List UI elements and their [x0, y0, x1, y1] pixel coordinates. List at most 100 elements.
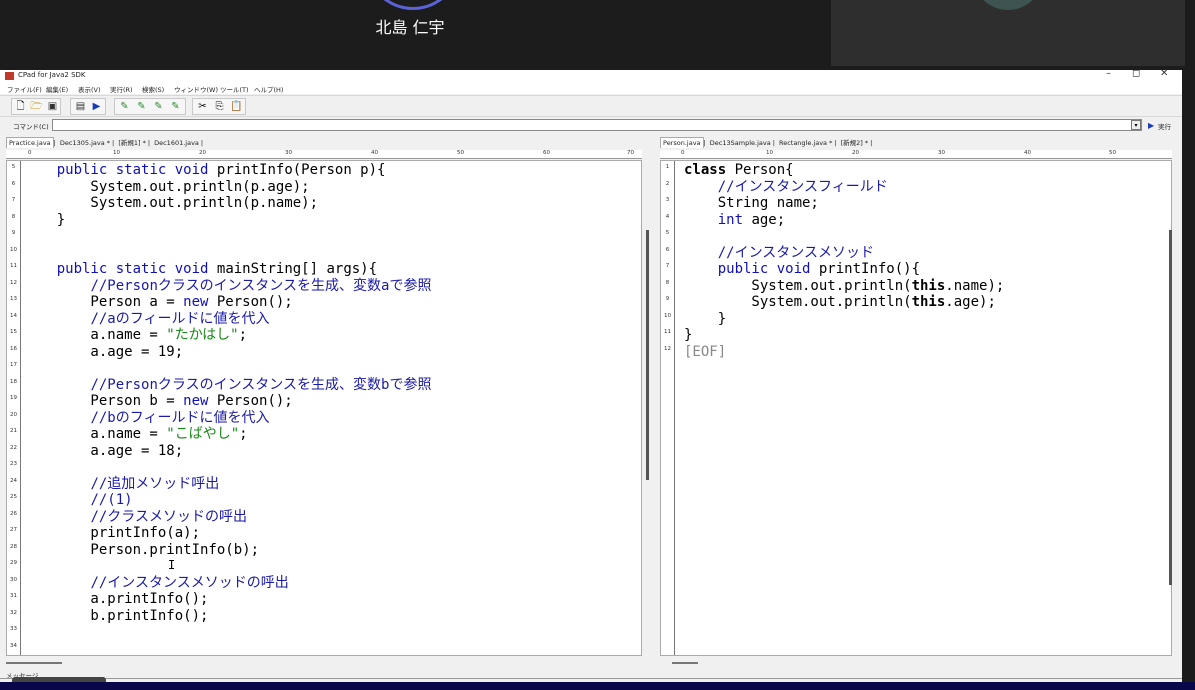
code-line[interactable]: [EOF]: [684, 344, 1004, 361]
code-line[interactable]: String name;: [684, 195, 1004, 212]
right-code-editor[interactable]: 1 2 3 4 5 6 7 8 9 10 11 12 class Person{ //インスタンスフィ…: [660, 160, 1172, 656]
paste-icon[interactable]: 📋: [230, 100, 243, 113]
save-icon[interactable]: ▣: [46, 100, 59, 113]
code-line[interactable]: //(1): [23, 492, 431, 509]
menu-file[interactable]: ファイル(F): [7, 84, 42, 94]
code-line[interactable]: [23, 228, 431, 245]
code-line[interactable]: [23, 459, 431, 476]
menu-search[interactable]: 検索(S): [142, 84, 164, 94]
code-line[interactable]: a.age = 18;: [23, 443, 431, 460]
code-line[interactable]: public static void printInfo(Person p){: [23, 162, 431, 179]
line-number: 1: [665, 164, 670, 170]
code-line[interactable]: [23, 360, 431, 377]
code-line[interactable]: //Personクラスのインスタンスを生成、変数bで参照: [23, 377, 431, 394]
code-line[interactable]: System.out.println(this.age);: [684, 294, 1004, 311]
find-icon[interactable]: ✎: [118, 100, 131, 113]
tab-practice-java[interactable]: Practice.java: [6, 137, 54, 148]
run-button-label[interactable]: 実行: [1158, 121, 1171, 131]
line-number: 32: [10, 609, 17, 616]
taskbar: [0, 682, 1195, 690]
code-line[interactable]: a.name = "こばやし";: [23, 426, 431, 443]
line-number: 9: [11, 230, 16, 236]
code-line[interactable]: }: [23, 212, 431, 229]
find-prev-icon[interactable]: ✎: [152, 100, 165, 113]
tab-dec1305-java[interactable]: Dec1305.java *: [58, 138, 112, 148]
new-file-icon[interactable]: 🗋: [14, 100, 27, 113]
message-panel-divider: [0, 678, 1182, 679]
line-number: 12: [664, 345, 671, 352]
code-line[interactable]: //インスタンスメソッドの呼出: [23, 575, 431, 592]
menu-view[interactable]: 表示(V): [78, 84, 101, 94]
minimize-button[interactable]: –: [1106, 68, 1111, 79]
replace-icon[interactable]: ✎: [169, 100, 182, 113]
code-line[interactable]: [23, 558, 431, 575]
code-line[interactable]: Person b = new Person();: [23, 393, 431, 410]
menu-edit[interactable]: 編集(E): [46, 84, 68, 94]
tab-rectangle-java[interactable]: Rectangle.java *: [777, 138, 834, 148]
code-line[interactable]: //Personクラスのインスタンスを生成、変数aで参照: [23, 278, 431, 295]
tab-new1[interactable]: [新規1] *: [116, 136, 148, 148]
code-line[interactable]: printInfo(a);: [23, 525, 431, 542]
line-number: 26: [10, 510, 17, 517]
left-vertical-scrollbar[interactable]: [646, 230, 649, 480]
code-line[interactable]: }: [684, 327, 1004, 344]
video-tile[interactable]: [831, 0, 1185, 66]
tab-dec13sample-java[interactable]: Dec13Sample.java: [708, 138, 773, 148]
code-line[interactable]: //インスタンスフィールド: [684, 179, 1004, 196]
code-line[interactable]: //aのフィールドに値を代入: [23, 311, 431, 328]
tab-dec1601-java[interactable]: Dec1601.java: [152, 138, 201, 148]
code-line[interactable]: a.age = 19;: [23, 344, 431, 361]
code-line[interactable]: Person.printInfo(b);: [23, 542, 431, 559]
code-line[interactable]: //追加メソッド呼出: [23, 476, 431, 493]
maximize-button[interactable]: ◻: [1132, 68, 1140, 79]
code-line[interactable]: //インスタンスメソッド: [684, 245, 1004, 262]
command-dropdown-button[interactable]: ▾: [1131, 120, 1141, 130]
code-line[interactable]: public static void mainString[] args){: [23, 261, 431, 278]
menu-window[interactable]: ウィンドウ(W): [174, 84, 218, 94]
line-number: 7: [665, 263, 670, 269]
code-line[interactable]: a.printInfo();: [23, 591, 431, 608]
code-line[interactable]: [23, 624, 431, 641]
menu-tools[interactable]: ツール(T): [220, 84, 249, 94]
tab-person-java[interactable]: Person.java: [660, 137, 704, 148]
code-line[interactable]: System.out.println(p.age);: [23, 179, 431, 196]
ruler-label: 30: [938, 150, 945, 156]
code-line[interactable]: }: [684, 311, 1004, 328]
find-next-icon[interactable]: ✎: [135, 100, 148, 113]
cut-icon[interactable]: ✂: [196, 100, 209, 113]
compile-icon[interactable]: ▤: [74, 100, 87, 113]
code-line[interactable]: b.printInfo();: [23, 608, 431, 625]
right-editor-pane: Person.java | Dec13Sample.java | Rectangle…: [660, 134, 1178, 668]
right-vertical-scrollbar[interactable]: [1169, 230, 1172, 585]
code-line[interactable]: //クラスメソッドの呼出: [23, 509, 431, 526]
menu-run[interactable]: 実行(R): [110, 84, 133, 94]
line-number: 27: [10, 527, 17, 533]
tab-new2[interactable]: [新規2] *: [839, 136, 871, 148]
copy-icon[interactable]: ⎘: [213, 100, 226, 113]
code-line[interactable]: [23, 641, 431, 656]
left-code-editor[interactable]: 5 6 7 8 9 10 11 12 13 14 15 16 17 18 19 20 21 22 23 24 25 26 2…: [6, 160, 642, 656]
ruler-label: 20: [852, 150, 859, 156]
code-line[interactable]: public void printInfo(){: [684, 261, 1004, 278]
code-line[interactable]: System.out.println(p.name);: [23, 195, 431, 212]
line-number: 24: [10, 477, 17, 484]
code-line[interactable]: //bのフィールドに値を代入: [23, 410, 431, 427]
right-horizontal-scrollbar[interactable]: [672, 662, 698, 664]
code-line[interactable]: System.out.println(this.name);: [684, 278, 1004, 295]
code-line[interactable]: Person a = new Person();: [23, 294, 431, 311]
right-code-text[interactable]: class Person{ //インスタンスフィールド String name;…: [684, 162, 1004, 360]
run-icon[interactable]: ▶: [90, 100, 103, 113]
menu-help[interactable]: ヘルプ(H): [254, 84, 283, 94]
close-button[interactable]: ✕: [1160, 68, 1168, 79]
left-code-text[interactable]: public static void printInfo(Person p){ …: [23, 162, 432, 656]
run-arrow-icon[interactable]: ▶: [1148, 121, 1154, 130]
command-input[interactable]: [52, 119, 1142, 131]
code-line[interactable]: int age;: [684, 212, 1004, 229]
code-line[interactable]: [684, 228, 1004, 245]
open-folder-icon[interactable]: 🗁: [30, 100, 43, 113]
code-line[interactable]: [23, 245, 431, 262]
line-number: 7: [11, 197, 16, 203]
code-line[interactable]: a.name = "たかはし";: [23, 327, 431, 344]
left-horizontal-scrollbar[interactable]: [6, 662, 62, 664]
code-line[interactable]: class Person{: [684, 162, 1004, 179]
